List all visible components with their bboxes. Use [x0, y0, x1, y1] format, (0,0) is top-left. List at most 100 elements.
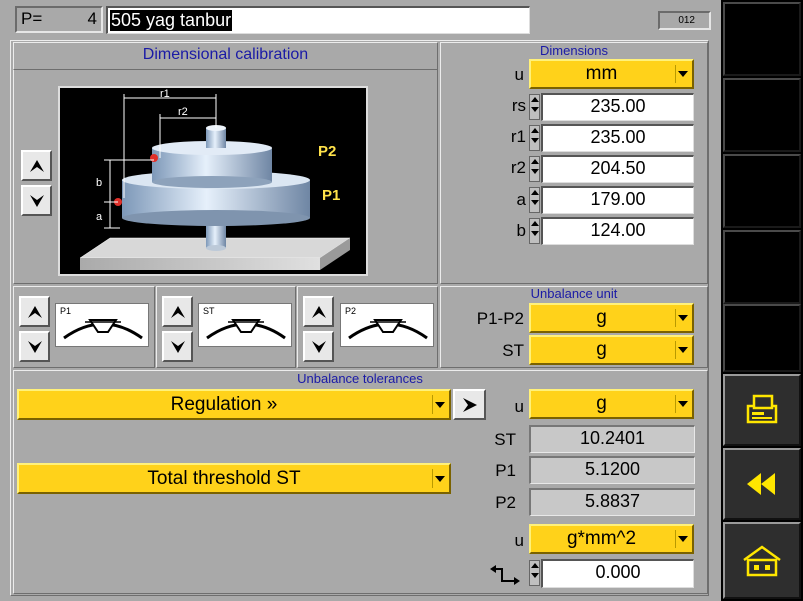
- plane-st-up-button[interactable]: [162, 296, 193, 327]
- regulation-value: Regulation »: [170, 393, 278, 415]
- tolerance-value-p1: 5.1200: [529, 456, 695, 484]
- arrow-right-icon: [462, 397, 477, 412]
- label-b: b: [96, 177, 102, 189]
- program-name-text: 505 yag tanbur: [110, 10, 233, 31]
- spinner-b[interactable]: [529, 218, 540, 244]
- label-r1: r1: [160, 88, 170, 100]
- correction-plane-icon: [348, 319, 428, 340]
- side-slot-1[interactable]: [723, 2, 801, 76]
- correction-plane-icon: [206, 319, 286, 340]
- regulation-dropdown[interactable]: Regulation »: [17, 389, 451, 420]
- moment-unit-value: g*mm^2: [566, 528, 637, 549]
- side-slot-3[interactable]: [723, 154, 801, 228]
- side-slot-5[interactable]: [723, 304, 801, 372]
- print-button[interactable]: [723, 374, 801, 446]
- printer-icon: [746, 394, 778, 424]
- unbalance-unit-p1p2-dropdown[interactable]: g: [529, 303, 694, 333]
- program-label: P=: [21, 9, 43, 28]
- offset-field[interactable]: 0.000: [541, 559, 694, 588]
- threshold-value: Total threshold ST: [147, 467, 301, 489]
- chevron-down-icon: [675, 65, 690, 83]
- screen-code: 012: [658, 11, 711, 30]
- main-panel: P= 4 505 yag tanbur 012 Dimensional cali…: [0, 0, 721, 601]
- plane-p2-up-button[interactable]: [303, 296, 334, 327]
- arrow-down-icon: [29, 194, 44, 207]
- chevron-down-icon: [675, 309, 690, 327]
- dimension-field-r1[interactable]: 235.00: [541, 124, 694, 152]
- unbalance-unit-title: Unbalance unit: [530, 286, 618, 301]
- dimension-label-r2: r2: [510, 158, 526, 177]
- dimensions-unit-dropdown[interactable]: mm: [529, 59, 694, 89]
- arrow-up-icon: [311, 305, 326, 318]
- plane-p2-down-button[interactable]: [303, 331, 334, 362]
- spinner-a[interactable]: [529, 187, 540, 213]
- chevron-down-icon: [675, 341, 690, 359]
- side-slot-4[interactable]: [723, 230, 801, 304]
- spinner-r2[interactable]: [529, 156, 540, 182]
- label-r2: r2: [178, 106, 188, 118]
- offset-icon: [490, 565, 520, 585]
- unbalance-unit-st-dropdown[interactable]: g: [529, 335, 694, 365]
- arrow-down-icon: [311, 340, 326, 353]
- tolerance-unit-value: g: [596, 393, 607, 414]
- arrow-up-icon: [27, 305, 42, 318]
- dimensions-title: Dimensions: [540, 43, 608, 58]
- dimension-field-b[interactable]: 124.00: [541, 217, 694, 245]
- plane-p1-display: P1: [55, 303, 149, 347]
- dimensions-unit-value: mm: [585, 63, 618, 84]
- tolerances-title: Unbalance tolerances: [297, 371, 423, 386]
- plane-st-down-button[interactable]: [162, 331, 193, 362]
- label-p2: P2: [318, 143, 336, 160]
- arrow-down-icon: [170, 340, 185, 353]
- screen-code-text: 012: [678, 15, 695, 26]
- plane-st-display: ST: [198, 303, 292, 347]
- calibration-title: Dimensional calibration: [142, 46, 309, 63]
- dimension-field-r2[interactable]: 204.50: [541, 155, 694, 183]
- program-number: 4: [87, 9, 97, 28]
- program-name-field[interactable]: 505 yag tanbur: [106, 6, 530, 34]
- tolerance-unit-label: u: [514, 397, 524, 416]
- moment-unit-dropdown[interactable]: g*mm^2: [529, 524, 694, 554]
- side-slot-2[interactable]: [723, 78, 801, 152]
- dimension-label-b: b: [516, 221, 526, 240]
- unbalance-unit-label-p1p2: P1-P2: [476, 309, 524, 328]
- offset-spinner[interactable]: [529, 560, 540, 586]
- label-a: a: [96, 211, 103, 223]
- label-p1: P1: [322, 187, 340, 204]
- rotor-diagram: r1 r2 b a P2 P1: [58, 86, 368, 276]
- home-icon: [743, 544, 781, 576]
- back-button[interactable]: [723, 448, 801, 520]
- unbalance-unit-p1p2-value: g: [596, 307, 607, 328]
- dimension-field-rs[interactable]: 235.00: [541, 93, 694, 121]
- home-button[interactable]: [723, 522, 801, 599]
- calibration-up-button[interactable]: [21, 150, 52, 181]
- dimension-label-a: a: [516, 190, 526, 209]
- tolerance-value-st: 10.2401: [529, 425, 695, 453]
- rewind-icon: [747, 473, 775, 495]
- plane-p1-up-button[interactable]: [19, 296, 50, 327]
- arrow-up-icon: [170, 305, 185, 318]
- tolerance-label-p1: P1: [495, 461, 516, 480]
- tolerance-label-p2: P2: [495, 493, 516, 512]
- tolerance-value-p2: 5.8837: [529, 488, 695, 516]
- arrow-up-icon: [29, 159, 44, 172]
- correction-plane-icon: [63, 319, 143, 340]
- chevron-down-icon: [432, 395, 447, 414]
- threshold-dropdown[interactable]: Total threshold ST: [17, 463, 451, 494]
- plane-p2-display: P2: [340, 303, 434, 347]
- dimension-label-rs: rs: [511, 96, 526, 115]
- rotor-illustration: r1 r2 b a P2 P1: [79, 88, 351, 270]
- tolerance-unit-dropdown[interactable]: g: [529, 389, 694, 419]
- dimensions-unit-label: u: [514, 65, 524, 84]
- dimension-field-a[interactable]: 179.00: [541, 186, 694, 214]
- spinner-rs[interactable]: [529, 94, 540, 120]
- calibration-down-button[interactable]: [21, 185, 52, 216]
- moment-unit-label: u: [514, 531, 524, 550]
- tolerance-label-st: ST: [494, 430, 516, 449]
- side-toolbar: [721, 0, 803, 601]
- plane-p1-down-button[interactable]: [19, 331, 50, 362]
- spinner-r1[interactable]: [529, 125, 540, 151]
- unbalance-unit-st-value: g: [596, 339, 607, 360]
- chevron-down-icon: [675, 530, 690, 548]
- arrow-down-icon: [27, 340, 42, 353]
